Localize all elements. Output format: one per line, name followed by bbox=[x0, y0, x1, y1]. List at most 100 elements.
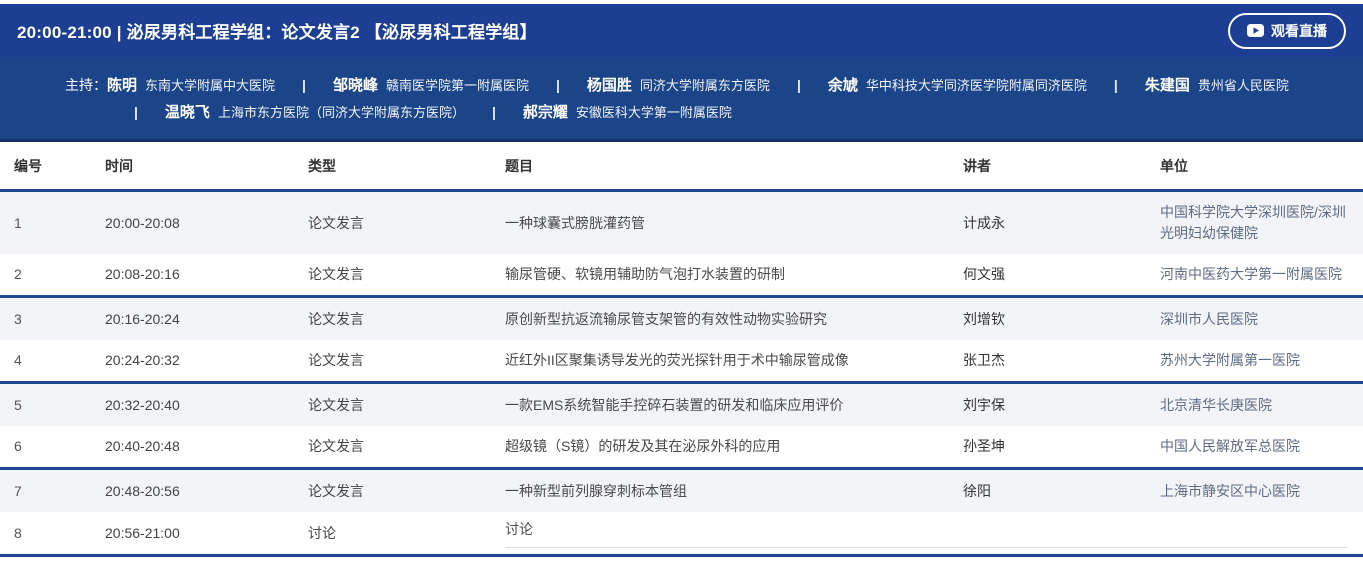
cell-speaker: 徐阳 bbox=[963, 471, 1160, 512]
cell-title: 一种球囊式膀胱灌药管 bbox=[505, 203, 963, 244]
cell-time: 20:56-21:00 bbox=[105, 513, 308, 554]
host-affiliation: 东南大学附属中大医院 bbox=[145, 78, 275, 93]
cell-unit: 中国人民解放军总医院 bbox=[1160, 426, 1363, 467]
cell-time: 20:08-20:16 bbox=[105, 254, 308, 295]
cell-unit: 河南中医药大学第一附属医院 bbox=[1160, 254, 1363, 295]
table-row: 620:40-20:48论文发言超级镜（S镜）的研发及其在泌尿外科的应用孙圣坤中… bbox=[0, 426, 1363, 470]
host-separator: | bbox=[1114, 72, 1118, 98]
host-affiliation: 同济大学附属东方医院 bbox=[640, 78, 770, 93]
host-name: 杨国胜 bbox=[587, 77, 632, 94]
cell-number: 6 bbox=[14, 426, 105, 467]
cell-type: 论文发言 bbox=[308, 471, 505, 512]
cell-title: 输尿管硬、软镜用辅助防气泡打水装置的研制 bbox=[505, 254, 963, 295]
play-video-icon bbox=[1247, 24, 1264, 37]
column-header: 讲者 bbox=[963, 156, 1160, 176]
host-separator: | bbox=[492, 99, 496, 125]
table-header-row: 编号时间类型题目讲者单位 bbox=[0, 142, 1363, 192]
cell-number: 3 bbox=[14, 299, 105, 340]
host-item: 邹晓峰赣南医学院第一附属医院 bbox=[333, 77, 529, 94]
table-body: 120:00-20:08论文发言一种球囊式膀胱灌药管计成永中国科学院大学深圳医院… bbox=[0, 192, 1363, 557]
host-item: 余虓华中科技大学同济医学院附属同济医院 bbox=[828, 77, 1087, 94]
cell-time: 20:32-20:40 bbox=[105, 385, 308, 426]
cell-title: 近红外II区聚集诱导发光的荧光探针用于术中输尿管成像 bbox=[505, 340, 963, 381]
table-row: 420:24-20:32论文发言近红外II区聚集诱导发光的荧光探针用于术中输尿管… bbox=[0, 340, 1363, 384]
cell-unit: 北京清华长庚医院 bbox=[1160, 385, 1363, 426]
cell-time: 20:40-20:48 bbox=[105, 426, 308, 467]
cell-unit: 苏州大学附属第一医院 bbox=[1160, 340, 1363, 381]
cell-number: 8 bbox=[14, 513, 105, 554]
host-separator: | bbox=[556, 72, 560, 98]
column-header: 时间 bbox=[105, 156, 308, 176]
host-affiliation: 安徽医科大学第一附属医院 bbox=[576, 105, 732, 120]
host-name: 郝宗耀 bbox=[523, 104, 568, 121]
hosts-band: 主持： 陈明东南大学附属中大医院 | 邹晓峰赣南医学院第一附属医院 | 杨国胜同济大学附… bbox=[0, 57, 1363, 142]
cell-speaker: 刘宇保 bbox=[963, 385, 1160, 426]
column-header: 编号 bbox=[14, 156, 105, 176]
cell-title: 超级镜（S镜）的研发及其在泌尿外科的应用 bbox=[505, 426, 963, 467]
watch-live-button[interactable]: 观看直播 bbox=[1228, 13, 1346, 49]
cell-type: 论文发言 bbox=[308, 385, 505, 426]
cell-unit: 深圳市人民医院 bbox=[1160, 299, 1363, 340]
cell-speaker: 张卫杰 bbox=[963, 340, 1160, 381]
cell-type: 论文发言 bbox=[308, 299, 505, 340]
cell-number: 5 bbox=[14, 385, 105, 426]
cell-speaker: 何文强 bbox=[963, 254, 1160, 295]
column-header: 单位 bbox=[1160, 156, 1363, 176]
host-affiliation: 贵州省人民医院 bbox=[1198, 78, 1289, 93]
watch-live-label: 观看直播 bbox=[1271, 21, 1327, 41]
hosts-label: 主持： bbox=[65, 72, 107, 98]
table-row: 120:00-20:08论文发言一种球囊式膀胱灌药管计成永中国科学院大学深圳医院… bbox=[0, 192, 1363, 254]
cell-time: 20:48-20:56 bbox=[105, 471, 308, 512]
host-item: 杨国胜同济大学附属东方医院 bbox=[587, 77, 770, 94]
discussion-title-text: 讨论 bbox=[505, 519, 1347, 548]
cell-type: 论文发言 bbox=[308, 340, 505, 381]
cell-speaker: 孙圣坤 bbox=[963, 426, 1160, 467]
session-title: 20:00-21:00 | 泌尿男科工程学组：论文发言2 【泌尿男科工程学组】 bbox=[17, 18, 537, 43]
table-row: 520:32-20:40论文发言一款EMS系统智能手控碎石装置的研发和临床应用评… bbox=[0, 384, 1363, 426]
table-row: 320:16-20:24论文发言原创新型抗返流输尿管支架管的有效性动物实验研究刘… bbox=[0, 298, 1363, 340]
schedule-table: 编号时间类型题目讲者单位 120:00-20:08论文发言一种球囊式膀胱灌药管计… bbox=[0, 142, 1363, 557]
host-separator: | bbox=[797, 72, 801, 98]
cell-number: 2 bbox=[14, 254, 105, 295]
host-affiliation: 赣南医学院第一附属医院 bbox=[386, 78, 529, 93]
host-name: 邹晓峰 bbox=[333, 77, 378, 94]
cell-number: 4 bbox=[14, 340, 105, 381]
cell-time: 20:16-20:24 bbox=[105, 299, 308, 340]
cell-number: 1 bbox=[14, 203, 105, 244]
host-name: 温晓飞 bbox=[165, 104, 210, 121]
cell-time: 20:00-20:08 bbox=[105, 203, 308, 244]
host-item: 陈明东南大学附属中大医院 bbox=[107, 77, 275, 94]
host-affiliation: 上海市东方医院（同济大学附属东方医院） bbox=[218, 105, 465, 120]
table-row: 720:48-20:56论文发言一种新型前列腺穿刺标本管组徐阳上海市静安区中心医… bbox=[0, 470, 1363, 512]
cell-type: 论文发言 bbox=[308, 254, 505, 295]
host-name: 朱建国 bbox=[1145, 77, 1190, 94]
cell-type: 论文发言 bbox=[308, 426, 505, 467]
table-row: 820:56-21:00讨论讨论 bbox=[0, 512, 1363, 554]
cell-title: 一款EMS系统智能手控碎石装置的研发和临床应用评价 bbox=[505, 385, 963, 426]
session-titlebar: 20:00-21:00 | 泌尿男科工程学组：论文发言2 【泌尿男科工程学组】 … bbox=[0, 4, 1363, 57]
cell-number: 7 bbox=[14, 471, 105, 512]
hosts-list: 陈明东南大学附属中大医院 | 邹晓峰赣南医学院第一附属医院 | 杨国胜同济大学附属东方医… bbox=[107, 72, 1298, 126]
cell-unit: 中国科学院大学深圳医院/深圳光明妇幼保健院 bbox=[1160, 192, 1363, 254]
host-separator: | bbox=[134, 99, 138, 125]
host-item: 朱建国贵州省人民医院 bbox=[1145, 77, 1289, 94]
cell-title: 原创新型抗返流输尿管支架管的有效性动物实验研究 bbox=[505, 299, 963, 340]
cell-unit: 上海市静安区中心医院 bbox=[1160, 471, 1363, 512]
table-row: 220:08-20:16论文发言输尿管硬、软镜用辅助防气泡打水装置的研制何文强河… bbox=[0, 254, 1363, 298]
column-header: 题目 bbox=[505, 156, 963, 176]
host-item: 温晓飞上海市东方医院（同济大学附属东方医院） bbox=[165, 104, 465, 121]
cell-discussion-title: 讨论 bbox=[505, 512, 1363, 554]
cell-type: 讨论 bbox=[308, 513, 505, 554]
column-header: 类型 bbox=[308, 156, 505, 176]
session-page: 20:00-21:00 | 泌尿男科工程学组：论文发言2 【泌尿男科工程学组】 … bbox=[0, 0, 1363, 557]
host-name: 余虓 bbox=[828, 77, 858, 94]
host-item: 郝宗耀安徽医科大学第一附属医院 bbox=[523, 104, 732, 121]
cell-speaker: 刘增钦 bbox=[963, 299, 1160, 340]
cell-title: 一种新型前列腺穿刺标本管组 bbox=[505, 471, 963, 512]
host-separator: | bbox=[302, 72, 306, 98]
cell-speaker: 计成永 bbox=[963, 203, 1160, 244]
cell-time: 20:24-20:32 bbox=[105, 340, 308, 381]
cell-type: 论文发言 bbox=[308, 203, 505, 244]
host-affiliation: 华中科技大学同济医学院附属同济医院 bbox=[866, 78, 1087, 93]
host-name: 陈明 bbox=[107, 77, 137, 94]
